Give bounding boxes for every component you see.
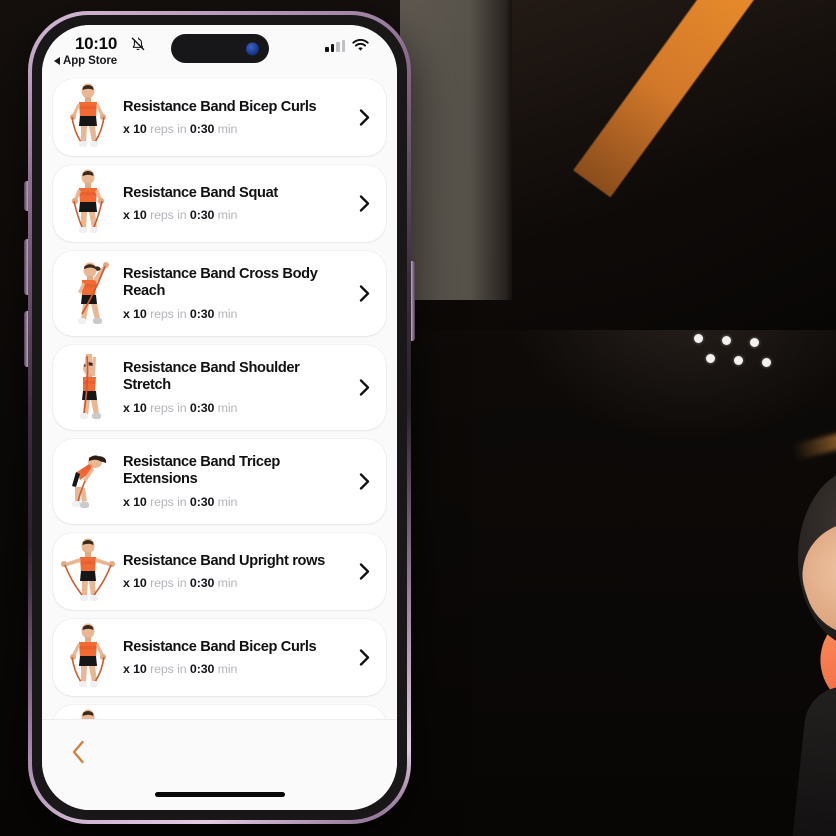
bottom-navigation-bar (42, 719, 397, 810)
list-item[interactable]: Resistance Band Squat x 10 reps in 0:30 … (53, 165, 386, 242)
phone-screen: 10:10 App Store Resistance Band Bicep Cu… (42, 25, 397, 810)
status-bar-time: 10:10 (75, 34, 117, 53)
time-label: min (217, 494, 238, 509)
list-item-reps: x 10 (123, 400, 147, 415)
list-item-subtitle: x 10 reps in 0:30 min (123, 122, 348, 136)
list-item[interactable]: Resistance Band Tricep Extensions x 10 r… (53, 439, 386, 524)
phone-device: 10:10 App Store Resistance Band Bicep Cu… (24, 11, 415, 824)
list-item-text: Resistance Band Cross Body Reach x 10 re… (123, 266, 354, 321)
silent-switch[interactable] (24, 181, 28, 211)
list-item-title: Resistance Band Squat (123, 184, 278, 201)
list-item-duration: 0:30 (189, 208, 215, 223)
list-item[interactable]: Resistance Band Shoulder Stretch x 10 re… (53, 345, 386, 430)
reps-label: reps in (150, 122, 187, 137)
status-bar: 10:10 App Store (42, 25, 397, 79)
wifi-icon (352, 39, 369, 51)
list-item[interactable]: Resistance Band Squat x 10 reps in 0:30 … (53, 705, 386, 719)
list-item-title: Resistance Band Bicep Curls (123, 98, 317, 115)
exercise-list[interactable]: Resistance Band Bicep Curls x 10 reps in… (42, 79, 397, 719)
list-item-subtitle: x 10 reps in 0:30 min (123, 576, 348, 590)
home-indicator[interactable] (154, 792, 285, 797)
time-label: min (217, 122, 238, 137)
volume-up-button[interactable] (24, 239, 28, 295)
time-label: min (217, 400, 238, 415)
back-button[interactable] (58, 732, 98, 772)
list-item-title: Resistance Band Bicep Curls (123, 638, 317, 655)
reps-label: reps in (150, 662, 187, 677)
list-item-text: Resistance Band Squat x 10 reps in 0:30 … (123, 185, 354, 223)
list-item-text: Resistance Band Bicep Curls x 10 reps in… (123, 99, 354, 137)
back-to-app-store-link[interactable]: App Store (54, 55, 117, 67)
list-item-reps: x 10 (123, 208, 147, 223)
list-item-duration: 0:30 (189, 662, 215, 677)
chevron-left-icon (72, 740, 84, 764)
exercise-thumb-bicep-curls-2 (59, 622, 117, 694)
list-item-duration: 0:30 (189, 400, 215, 415)
reps-label: reps in (150, 494, 187, 509)
list-item-duration: 0:30 (189, 306, 215, 321)
time-label: min (217, 208, 238, 223)
exercise-thumb-shoulder (59, 352, 117, 424)
exercise-thumb-squat (59, 168, 117, 240)
exercise-thumb-upright-rows (59, 536, 117, 608)
reps-label: reps in (150, 576, 187, 591)
chevron-right-icon[interactable] (354, 108, 374, 128)
exercise-thumb-tricep (59, 446, 117, 518)
list-item-duration: 0:30 (189, 494, 215, 509)
power-button[interactable] (411, 261, 415, 341)
list-item-text: Resistance Band Bicep Curls x 10 reps in… (123, 639, 354, 677)
list-item[interactable]: Resistance Band Upright rows x 10 reps i… (53, 533, 386, 610)
list-item-reps: x 10 (123, 122, 147, 137)
exercise-thumb-bicep-curls (59, 82, 117, 154)
list-item-title: Resistance Band Upright rows (123, 552, 325, 569)
list-item-text: Resistance Band Shoulder Stretch x 10 re… (123, 360, 354, 415)
decorative-dot-grid (694, 328, 771, 367)
back-triangle-icon (54, 57, 60, 65)
reps-label: reps in (150, 306, 187, 321)
list-item[interactable]: Resistance Band Cross Body Reach x 10 re… (53, 251, 386, 336)
time-label: min (217, 662, 238, 677)
list-item-subtitle: x 10 reps in 0:30 min (123, 401, 348, 415)
list-item-subtitle: x 10 reps in 0:30 min (123, 208, 348, 222)
time-label: min (217, 306, 238, 321)
list-item-subtitle: x 10 reps in 0:30 min (123, 307, 348, 321)
exercise-thumb-cross-body (59, 258, 117, 330)
back-to-app-store-label: App Store (63, 55, 118, 67)
reps-label: reps in (150, 400, 187, 415)
list-item-title: Resistance Band Cross Body Reach (123, 266, 318, 299)
list-item-reps: x 10 (123, 494, 147, 509)
photo-model (400, 0, 836, 836)
list-item-title: Resistance Band Tricep Extensions (123, 454, 280, 487)
list-item-reps: x 10 (123, 662, 147, 677)
cellular-signal-icon (325, 40, 345, 52)
screenshot-canvas: 10:10 App Store Resistance Band Bicep Cu… (0, 0, 836, 836)
list-item-reps: x 10 (123, 306, 147, 321)
list-item-subtitle: x 10 reps in 0:30 min (123, 495, 348, 509)
list-item-subtitle: x 10 reps in 0:30 min (123, 662, 348, 676)
list-item[interactable]: Resistance Band Bicep Curls x 10 reps in… (53, 619, 386, 696)
list-item-title: Resistance Band Shoulder Stretch (123, 360, 300, 393)
dynamic-island (170, 34, 269, 63)
list-item-reps: x 10 (123, 576, 147, 591)
chevron-right-icon[interactable] (354, 284, 374, 304)
chevron-right-icon[interactable] (354, 472, 374, 492)
list-item-text: Resistance Band Tricep Extensions x 10 r… (123, 454, 354, 509)
list-item-duration: 0:30 (189, 576, 215, 591)
chevron-right-icon[interactable] (354, 378, 374, 398)
reps-label: reps in (150, 208, 187, 223)
chevron-right-icon[interactable] (354, 194, 374, 214)
chevron-right-icon[interactable] (354, 562, 374, 582)
list-item-text: Resistance Band Upright rows x 10 reps i… (123, 553, 354, 591)
exercise-thumb-squat-2 (59, 708, 117, 719)
chevron-right-icon[interactable] (354, 648, 374, 668)
time-label: min (217, 576, 238, 591)
list-item-duration: 0:30 (189, 122, 215, 137)
status-bar-indicators (325, 36, 369, 52)
front-camera-icon (245, 42, 259, 55)
volume-down-button[interactable] (24, 311, 28, 367)
bell-slash-icon (131, 37, 145, 51)
list-item[interactable]: Resistance Band Bicep Curls x 10 reps in… (53, 79, 386, 156)
